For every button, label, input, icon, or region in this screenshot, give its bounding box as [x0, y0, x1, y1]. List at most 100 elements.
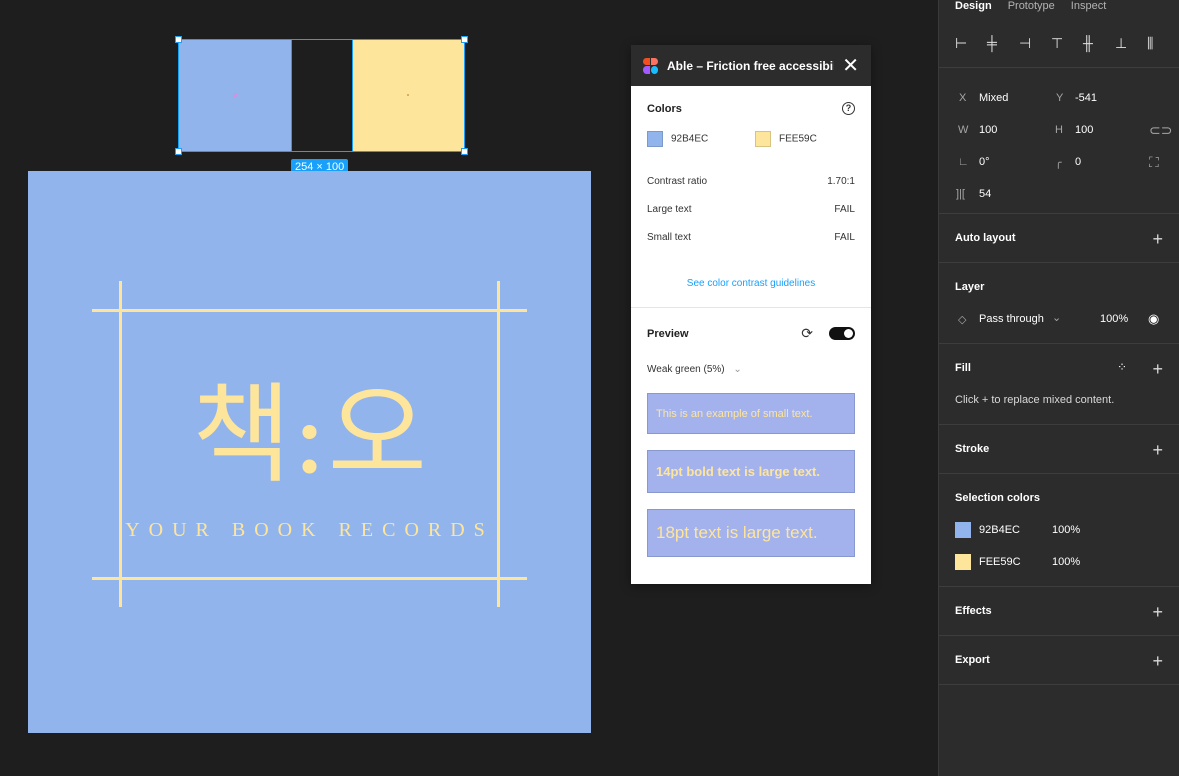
distribute-icon[interactable]: ⫼: [1147, 35, 1179, 51]
x-input[interactable]: Mixed: [979, 92, 1008, 104]
resize-handle-bottom-left[interactable]: [175, 148, 182, 155]
resize-handle-bottom-right[interactable]: [461, 148, 468, 155]
contrast-guidelines-link[interactable]: See color contrast guidelines: [647, 278, 855, 289]
logo-artboard[interactable]: 책:오 YOUR BOOK RECORDS: [28, 171, 591, 733]
frame-line-top: [92, 309, 527, 312]
layer-section: Layer ◇ Pass through ⌄ 100% ◉: [939, 263, 1179, 344]
sample-small-text: This is an example of small text.: [647, 393, 855, 434]
selection-color-hex[interactable]: 92B4EC: [979, 524, 1020, 536]
align-left-icon[interactable]: ⊢: [955, 35, 987, 51]
blend-mode-select[interactable]: Pass through: [979, 313, 1044, 325]
rotation-input[interactable]: 0°: [979, 156, 990, 168]
auto-layout-heading: Auto layout: [955, 232, 1016, 244]
width-input[interactable]: 100: [979, 124, 997, 136]
add-export-icon[interactable]: +: [1152, 652, 1163, 670]
fill-section: Fill ⁘ + Click + to replace mixed conten…: [939, 344, 1179, 425]
plugin-header: Able – Friction free accessibili... ✕: [631, 45, 871, 86]
tab-inspect[interactable]: Inspect: [1071, 0, 1106, 18]
align-right-icon[interactable]: ⊣: [1019, 35, 1051, 51]
export-section: Export +: [939, 636, 1179, 685]
color2-picker[interactable]: FEE59C: [755, 130, 817, 147]
selection-color-hex[interactable]: FEE59C: [979, 556, 1021, 568]
small-text-label: Small text: [647, 232, 691, 243]
center-point-icon: [233, 93, 237, 97]
figma-logo-icon: [643, 57, 659, 74]
stroke-section: Stroke +: [939, 425, 1179, 474]
large-text-label: Large text: [647, 204, 692, 215]
auto-layout-section: Auto layout +: [939, 214, 1179, 263]
align-horizontal-center-icon[interactable]: ╪: [987, 35, 1019, 51]
panel-tabs: Design Prototype Inspect: [939, 0, 1179, 18]
add-auto-layout-icon[interactable]: +: [1152, 230, 1163, 248]
add-effect-icon[interactable]: +: [1152, 603, 1163, 621]
vision-type-select[interactable]: Weak green (5%) ⌄: [647, 364, 855, 375]
selection-color-row[interactable]: FEE59C: [955, 554, 1021, 570]
color1-chip[interactable]: [647, 130, 663, 147]
plugin-title: Able – Friction free accessibili...: [667, 58, 835, 73]
style-grid-icon[interactable]: ⁘: [1117, 360, 1127, 374]
color-chip[interactable]: [955, 522, 971, 538]
selection-outline: [178, 39, 465, 152]
color2-chip[interactable]: [755, 130, 771, 147]
selected-group[interactable]: [175, 36, 468, 155]
w-label: W: [958, 124, 969, 136]
align-vertical-center-icon[interactable]: ╫: [1083, 35, 1115, 51]
small-text-result: FAIL: [834, 232, 855, 243]
resize-handle-top-left[interactable]: [175, 36, 182, 43]
spacing-icon: ]|[: [956, 188, 965, 200]
tab-design[interactable]: Design: [955, 0, 992, 18]
align-bottom-icon[interactable]: ⊥: [1115, 35, 1147, 51]
close-icon[interactable]: ✕: [842, 56, 859, 76]
h-label: H: [1055, 124, 1063, 136]
able-plugin-window: Able – Friction free accessibili... ✕ Co…: [631, 45, 871, 584]
center-point-icon: [407, 94, 409, 96]
color1-hex: 92B4EC: [671, 133, 709, 145]
selection-colors-heading: Selection colors: [955, 492, 1040, 504]
blend-mode-icon: ◇: [958, 314, 967, 326]
alignment-toolbar: ⊢ ╪ ⊣ ⊤ ╫ ⊥ ⫼: [939, 18, 1179, 68]
preview-toggle[interactable]: [829, 327, 855, 340]
add-stroke-icon[interactable]: +: [1152, 441, 1163, 459]
align-top-icon[interactable]: ⊤: [1051, 35, 1083, 51]
frame-line-bottom: [92, 577, 527, 580]
height-input[interactable]: 100: [1075, 124, 1093, 136]
chevron-down-icon: ⌄: [1052, 312, 1062, 324]
layer-heading: Layer: [955, 281, 985, 293]
sample-large-text: 18pt text is large text.: [647, 509, 855, 557]
rotation-icon: ∟: [958, 156, 969, 168]
export-heading: Export: [955, 654, 990, 666]
fill-mixed-hint: Click + to replace mixed content.: [955, 394, 1115, 406]
logo-tagline: YOUR BOOK RECORDS: [125, 519, 494, 541]
refresh-icon[interactable]: ⟳: [801, 325, 813, 342]
independent-corners-icon[interactable]: ⛶: [1149, 154, 1159, 171]
contrast-ratio-label: Contrast ratio: [647, 176, 708, 187]
x-label: X: [959, 92, 967, 104]
color-chip[interactable]: [955, 554, 971, 570]
transform-section: X Mixed Y -541 W 100 H 100 ⊂⊃ ∟ 0° ╭ 0 ⛶…: [939, 68, 1179, 214]
spacing-input[interactable]: 54: [979, 188, 991, 200]
color1-picker[interactable]: 92B4EC: [647, 130, 755, 147]
add-fill-icon[interactable]: +: [1152, 360, 1163, 378]
selection-color-row[interactable]: 92B4EC: [955, 522, 1020, 538]
y-input[interactable]: -541: [1075, 92, 1097, 104]
logo-korean-text: 책:오: [191, 373, 428, 498]
chevron-down-icon: ⌄: [733, 364, 742, 375]
selection-divider: [352, 39, 353, 152]
selection-color-opacity[interactable]: 100%: [1052, 524, 1080, 536]
constrain-proportions-icon[interactable]: ⊂⊃: [1149, 122, 1172, 139]
selection-color-opacity[interactable]: 100%: [1052, 556, 1080, 568]
vision-type-value: Weak green (5%): [647, 364, 725, 375]
selection-colors-section: Selection colors 92B4EC 100% FEE59C 100%: [939, 474, 1179, 587]
layer-opacity-input[interactable]: 100%: [1100, 313, 1128, 325]
stroke-heading: Stroke: [955, 443, 990, 455]
resize-handle-top-right[interactable]: [461, 36, 468, 43]
large-text-result: FAIL: [834, 204, 855, 215]
properties-panel: Design Prototype Inspect ⊢ ╪ ⊣ ⊤ ╫ ⊥ ⫼ X…: [938, 0, 1179, 776]
colors-heading: Colors: [647, 102, 682, 115]
corner-radius-input[interactable]: 0: [1075, 156, 1081, 168]
visibility-eye-icon[interactable]: ◉: [1148, 311, 1159, 327]
contrast-ratio-value: 1.70:1: [827, 176, 855, 187]
corner-radius-icon: ╭: [1055, 157, 1062, 169]
tab-prototype[interactable]: Prototype: [1008, 0, 1055, 18]
help-icon[interactable]: ?: [842, 102, 855, 115]
